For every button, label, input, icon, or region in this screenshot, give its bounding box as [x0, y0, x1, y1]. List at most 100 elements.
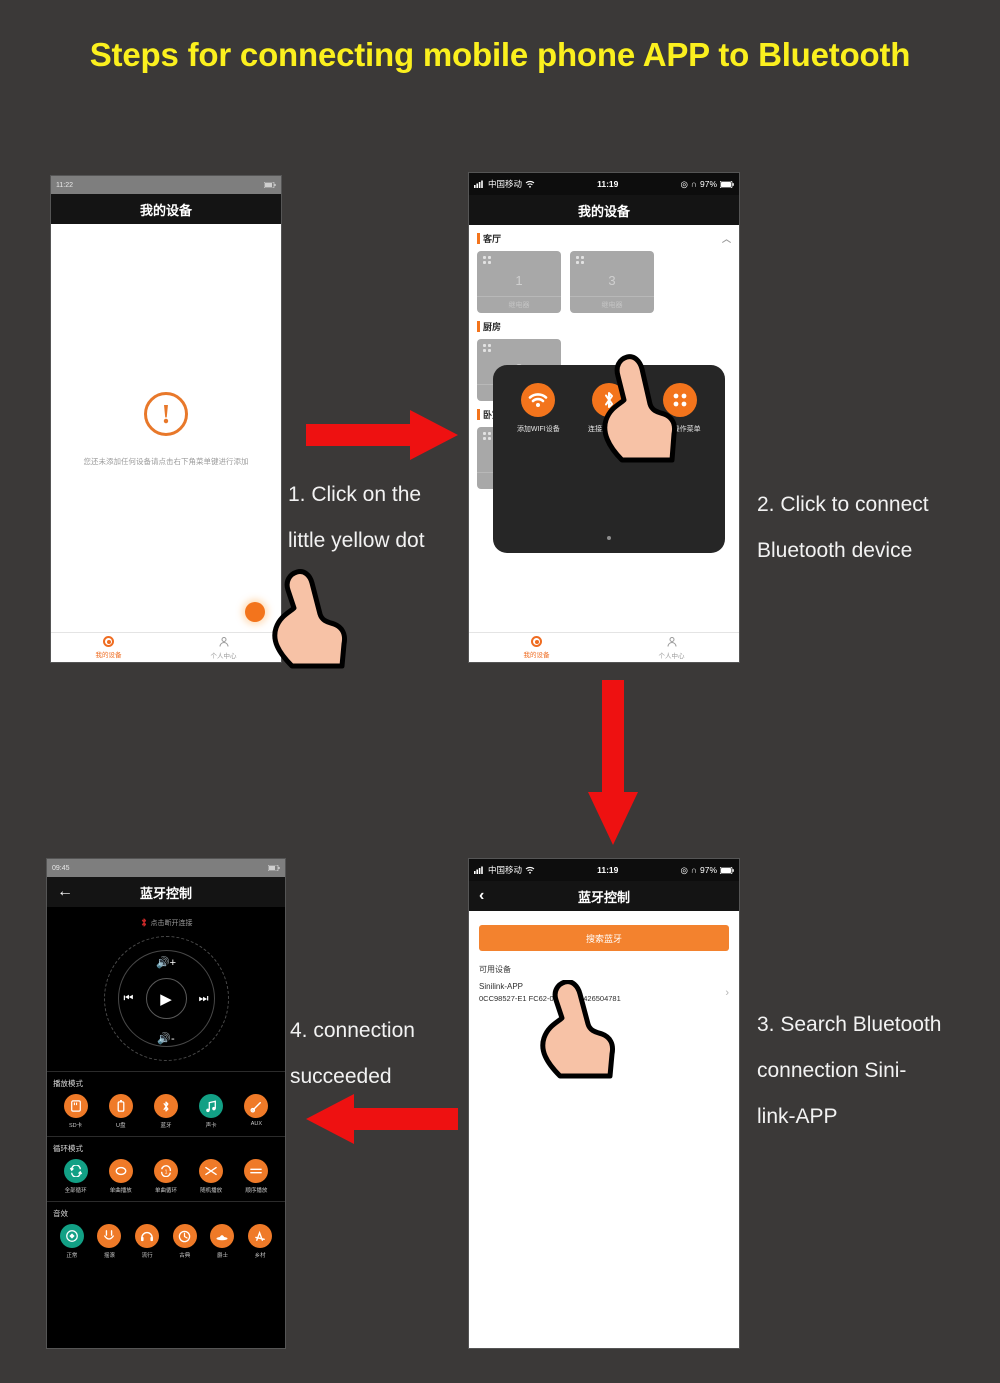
section-title: 循环模式: [53, 1144, 83, 1153]
section-sound-effects: 音效 正常 摇滚 流行 古典 爵士 乡村: [47, 1201, 285, 1266]
tab-personal-center[interactable]: 个人中心: [604, 633, 739, 662]
status-carrier: 中国移动: [488, 179, 523, 189]
battery-icon: [264, 182, 276, 188]
grid-dots-icon: [483, 432, 491, 440]
status-time: 11:19: [597, 865, 619, 875]
hand-cursor-step3: [540, 980, 615, 1079]
status-bar: 09:45: [47, 859, 285, 877]
option-label: 全部循环: [64, 1188, 87, 1194]
navbar-title: 蓝牙控制: [139, 885, 192, 901]
shuffle-icon: [199, 1159, 224, 1183]
warning-icon: !: [144, 392, 188, 436]
effect-option[interactable]: 古典: [172, 1224, 197, 1259]
loop-option[interactable]: 1 单曲循环: [153, 1159, 178, 1194]
chevron-right-icon: ›: [725, 987, 729, 999]
single-play-icon: [108, 1159, 133, 1183]
wifi-status-icon: [525, 866, 535, 874]
mode-option[interactable]: U盘: [108, 1094, 133, 1129]
effect-option[interactable]: 乡村: [248, 1224, 273, 1259]
status-time: 11:19: [597, 179, 619, 189]
play-icon: ▶: [160, 990, 172, 1008]
status-time: 11:22: [56, 181, 73, 189]
tab-label: 个人中心: [658, 652, 685, 660]
status-time: 09:45: [52, 864, 70, 872]
group-name: 厨房: [483, 322, 502, 332]
device-card[interactable]: 1 继电器: [477, 251, 561, 313]
option-label: 单曲循环: [154, 1188, 177, 1194]
empty-state-text: 您还未添加任何设备请点击右下角菜单键进行添加: [83, 457, 249, 466]
loop-option[interactable]: 全部循环: [63, 1159, 88, 1194]
tab-label: 个人中心: [210, 652, 237, 660]
option-label: 摇滚: [103, 1253, 115, 1259]
option-label: 随机播放: [200, 1188, 223, 1194]
device-group-living-room: 客厅 ︿ 1 继电器 3 继电器: [469, 225, 739, 313]
tab-my-devices[interactable]: 我的设备: [469, 633, 604, 662]
headphones-icon: ∩: [690, 179, 697, 189]
alarm-icon: ◎: [680, 864, 688, 875]
navbar: 我的设备: [469, 195, 739, 225]
battery-icon: [268, 865, 280, 871]
navbar: ← 蓝牙控制: [47, 877, 285, 907]
caption-step-3: 3. Search Bluetooth connection Sini- lin…: [757, 1013, 942, 1128]
bluetooth-connection-status[interactable]: 点击断开连接: [47, 907, 285, 928]
device-type: 继电器: [477, 296, 561, 313]
next-track-button[interactable]: ⏭: [199, 992, 209, 1005]
tab-my-devices[interactable]: 我的设备: [51, 633, 166, 662]
navbar-title: 我的设备: [577, 203, 630, 219]
previous-track-button[interactable]: ⏮: [124, 992, 134, 1005]
mode-option[interactable]: SD卡: [63, 1094, 88, 1129]
loop-option[interactable]: 顺序播放: [244, 1159, 269, 1194]
effect-option[interactable]: 流行: [135, 1224, 160, 1259]
option-label: 古典: [179, 1253, 191, 1259]
mode-option[interactable]: AUX: [244, 1094, 269, 1129]
back-arrow-icon[interactable]: ‹: [479, 888, 484, 904]
sd-card-icon: [63, 1094, 88, 1118]
mode-option[interactable]: 声卡: [199, 1094, 224, 1129]
headphones-icon: ∩: [690, 865, 697, 875]
section-title: 音效: [53, 1209, 68, 1218]
option-label: 顺序播放: [245, 1188, 268, 1194]
wifi-icon: [521, 383, 556, 417]
hand-cursor-step1: [272, 569, 347, 669]
sequence-icon: [244, 1159, 269, 1183]
search-bluetooth-button[interactable]: 搜索蓝牙: [479, 925, 729, 951]
menu-item-add-wifi-device[interactable]: 添加WIFI设备: [503, 383, 573, 434]
repeat-all-icon: [63, 1159, 88, 1183]
music-note-icon: [199, 1094, 224, 1118]
grid-dots-icon: [576, 256, 584, 264]
effect-option[interactable]: 正常: [59, 1224, 84, 1259]
mode-option[interactable]: 蓝牙: [153, 1094, 178, 1129]
loop-option[interactable]: 随机播放: [199, 1159, 224, 1194]
device-card[interactable]: 3 继电器: [570, 251, 654, 313]
navbar: ‹ 蓝牙控制: [469, 881, 739, 911]
status-bar: 中国移动 11:19 ◎ ∩ 97%: [469, 173, 739, 195]
play-button[interactable]: ▶: [145, 978, 187, 1019]
phone-screen-bluetooth-search: 中国移动 11:19 ◎ ∩ 97% ‹ 蓝牙控制 搜索蓝牙 可用设备 Sini…: [468, 858, 740, 1349]
usb-icon: [108, 1094, 133, 1118]
section-play-mode: 播放模式 SD卡 U盘 蓝牙 声卡 AUX: [47, 1071, 285, 1136]
effect-option[interactable]: 爵士: [210, 1224, 235, 1259]
rock-effect-icon: [97, 1224, 122, 1248]
normal-effect-icon: [59, 1224, 84, 1248]
section-loop-mode: 循环模式 全部循环 单曲播放 1 单曲循环 随机播放 顺序播放: [47, 1136, 285, 1201]
back-arrow-icon[interactable]: ←: [57, 884, 73, 900]
connection-status-label: 点击断开连接: [150, 919, 193, 927]
arrow-step2-to-step3: [588, 680, 638, 845]
classical-effect-icon: [172, 1224, 197, 1248]
signal-icon: [474, 866, 483, 874]
chevron-up-icon[interactable]: ︿: [722, 232, 731, 245]
aux-icon: [244, 1094, 269, 1118]
volume-up-button[interactable]: 🔊+: [156, 956, 176, 969]
loop-option[interactable]: 单曲播放: [108, 1159, 133, 1194]
controller-body: 点击断开连接 🔊+ 🔊- ⏮ ⏭ ▶ 播放模式 SD卡 U盘 蓝牙 声卡 AUX…: [47, 907, 285, 1348]
option-label: SD卡: [69, 1123, 83, 1129]
playback-dial: 🔊+ 🔊- ⏮ ⏭ ▶: [103, 936, 229, 1061]
empty-state-body: ! 您还未添加任何设备请点击右下角菜单键进行添加 我的设备 个人中心: [51, 224, 281, 662]
person-icon: [667, 636, 676, 647]
device-type: 继电器: [570, 296, 654, 313]
option-label: U盘: [116, 1123, 126, 1129]
volume-down-button[interactable]: 🔊-: [157, 1032, 174, 1045]
option-label: 正常: [66, 1253, 78, 1259]
option-label: AUX: [250, 1121, 262, 1127]
effect-option[interactable]: 摇滚: [97, 1224, 122, 1259]
